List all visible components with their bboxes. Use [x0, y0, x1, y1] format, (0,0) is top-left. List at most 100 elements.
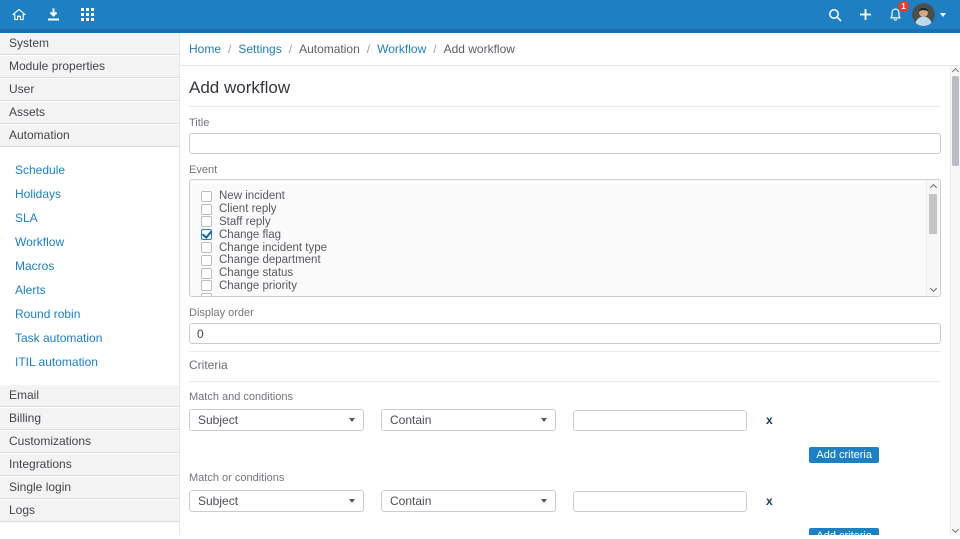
sidebar-section-email[interactable]: Email	[0, 385, 179, 407]
divider	[189, 381, 941, 382]
add-criteria-button[interactable]: Add criteria	[809, 447, 879, 463]
event-option-staff-reply[interactable]: Staff reply	[201, 216, 940, 229]
scroll-up-icon[interactable]	[951, 67, 960, 76]
breadcrumb: Home / Settings / Automation / Workflow …	[180, 33, 960, 66]
sidebar-item-itil-automation[interactable]: ITIL automation	[0, 350, 179, 374]
add-criteria-button[interactable]: Add criteria	[809, 528, 879, 535]
search-button[interactable]	[820, 0, 850, 31]
sidebar-item-holidays[interactable]: Holidays	[0, 182, 179, 206]
top-navbar: 1	[0, 0, 960, 33]
criteria-group-label: Match or conditions	[189, 472, 285, 484]
plus-icon	[859, 9, 871, 20]
sidebar-section-single-login[interactable]: Single login	[0, 477, 179, 499]
criteria-group-match-and-conditions: Match and conditions Subject Contain x A…	[189, 391, 941, 463]
sidebar-section-automation[interactable]: Automation	[0, 125, 179, 147]
sidebar-section-logs[interactable]: Logs	[0, 500, 179, 522]
navbar-left-group	[2, 0, 104, 31]
download-button[interactable]	[36, 0, 70, 31]
chevron-down-icon	[541, 418, 547, 422]
home-button[interactable]	[2, 0, 36, 31]
scroll-up-icon[interactable]	[929, 183, 938, 192]
sidebar-section-user[interactable]: User	[0, 79, 179, 101]
sidebar-section-module-properties[interactable]: Module properties	[0, 56, 179, 78]
page-scrollbar[interactable]	[950, 66, 960, 535]
checkbox[interactable]	[201, 203, 212, 215]
sidebar-item-schedule[interactable]: Schedule	[0, 158, 179, 182]
sidebar-item-round-robin[interactable]: Round robin	[0, 302, 179, 326]
chevron-down-icon	[349, 418, 355, 422]
add-button[interactable]	[850, 0, 880, 31]
form-scroll-pane: Add workflow Title Event New incident Cl…	[180, 66, 950, 535]
event-option-client-reply[interactable]: Client reply	[201, 203, 940, 216]
sidebar-item-task-automation[interactable]: Task automation	[0, 326, 179, 350]
sidebar-item-alerts[interactable]: Alerts	[0, 278, 179, 302]
breadcrumb-add-workflow: Add workflow	[443, 42, 515, 56]
sidebar-section-integrations[interactable]: Integrations	[0, 454, 179, 476]
criteria-field-select[interactable]: Subject	[189, 490, 364, 512]
breadcrumb-home: Home /	[189, 42, 232, 56]
page-title: Add workflow	[189, 78, 291, 97]
divider	[189, 351, 941, 352]
sidebar-section-billing[interactable]: Billing	[0, 408, 179, 430]
notifications-button[interactable]: 1	[880, 0, 910, 31]
checkbox[interactable]	[201, 229, 212, 241]
checkbox[interactable]	[201, 216, 212, 228]
settings-sidebar: System Module properties User Assets Aut…	[0, 33, 180, 535]
sidebar-top-sections: System Module properties User Assets Aut…	[0, 33, 179, 147]
criteria-groups: Match and conditions Subject Contain x A…	[189, 391, 941, 535]
divider	[189, 106, 941, 107]
event-listbox[interactable]: New incident Client reply Staff reply Ch…	[189, 179, 941, 297]
scroll-down-icon[interactable]	[929, 284, 938, 293]
event-option-new-incident[interactable]: New incident	[201, 190, 940, 203]
criteria-field-select[interactable]: Subject	[189, 409, 364, 431]
criteria-heading: Criteria	[189, 358, 228, 372]
event-options: New incident Client reply Staff reply Ch…	[201, 190, 940, 296]
notification-badge: 1	[898, 1, 909, 12]
chevron-down-icon	[349, 499, 355, 503]
checkbox[interactable]	[201, 242, 212, 254]
user-menu[interactable]	[910, 0, 948, 31]
criteria-value-input[interactable]	[573, 490, 747, 512]
criteria-group-label: Match and conditions	[189, 391, 293, 403]
event-option-change-priority[interactable]: Change priority	[201, 280, 940, 293]
event-option-change-department[interactable]: Change department	[201, 254, 940, 267]
checkbox[interactable]	[201, 267, 212, 279]
home-icon	[12, 8, 26, 21]
sidebar-item-sla[interactable]: SLA	[0, 206, 179, 230]
checkbox[interactable]	[201, 254, 212, 266]
sidebar-item-workflow[interactable]: Workflow	[0, 230, 179, 254]
event-option-change-status[interactable]: Change status	[201, 267, 940, 280]
checkbox[interactable]	[201, 293, 212, 296]
criteria-operator-select[interactable]: Contain	[381, 490, 556, 512]
sidebar-section-assets[interactable]: Assets	[0, 102, 179, 124]
scroll-down-icon[interactable]	[951, 525, 960, 534]
criteria-operator-select[interactable]: Contain	[381, 409, 556, 431]
sidebar-section-customizations[interactable]: Customizations	[0, 431, 179, 453]
event-label: Event	[189, 164, 218, 176]
page-scroll-thumb[interactable]	[952, 76, 959, 166]
listbox-scrollbar[interactable]	[926, 181, 939, 295]
display-order-input[interactable]	[189, 323, 941, 344]
checkbox[interactable]	[201, 190, 212, 202]
navbar-right-group: 1	[820, 0, 960, 31]
event-option-change-incident-type[interactable]: Change incident type	[201, 241, 940, 254]
event-option-change-flag[interactable]: Change flag	[201, 228, 940, 241]
remove-criteria-button[interactable]: x	[766, 413, 773, 427]
search-icon	[829, 8, 842, 22]
event-option-item[interactable]	[201, 292, 940, 296]
criteria-row: Subject Contain x	[189, 490, 941, 512]
automation-subnav: Schedule Holidays SLA Workflow Macros Al…	[0, 148, 179, 385]
content-area: Home / Settings / Automation / Workflow …	[180, 33, 960, 535]
criteria-value-input[interactable]	[573, 409, 747, 431]
main-layout: System Module properties User Assets Aut…	[0, 33, 960, 535]
sidebar-item-macros[interactable]: Macros	[0, 254, 179, 278]
listbox-scroll-thumb[interactable]	[929, 194, 937, 234]
apps-button[interactable]	[70, 0, 104, 31]
title-label: Title	[189, 117, 210, 129]
checkbox[interactable]	[201, 280, 212, 292]
chevron-down-icon	[940, 12, 946, 17]
remove-criteria-button[interactable]: x	[766, 494, 773, 508]
sidebar-section-system[interactable]: System	[0, 33, 179, 55]
display-order-label: Display order	[189, 307, 254, 319]
title-input[interactable]	[189, 133, 941, 154]
